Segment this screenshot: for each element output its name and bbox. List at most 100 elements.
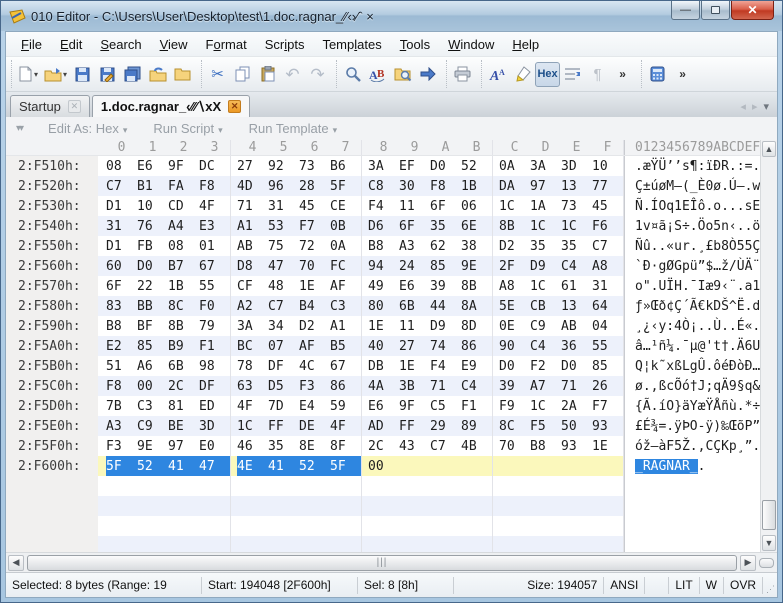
hex-byte[interactable]: 74 — [430, 336, 461, 356]
ascii-cell[interactable]: Ñû..«ur.¸£b8Ò55Ç — [624, 236, 760, 256]
hex-byte[interactable]: 48 — [268, 276, 299, 296]
hex-byte[interactable]: A7 — [530, 376, 561, 396]
hex-byte[interactable] — [168, 516, 199, 536]
hex-byte[interactable]: 2C — [368, 436, 399, 456]
hex-byte[interactable]: DF — [268, 356, 299, 376]
hex-byte[interactable]: 70 — [499, 436, 530, 456]
highlight-button[interactable] — [510, 62, 535, 87]
horizontal-scroll-thumb[interactable]: ||| — [27, 555, 737, 571]
hex-byte[interactable]: 5F — [330, 456, 361, 476]
ascii-cell[interactable]: Q¦k˜xßLgÛ.ôéÐòÐ… — [624, 356, 760, 376]
hex-byte[interactable] — [399, 456, 430, 476]
hex-byte[interactable] — [399, 536, 430, 552]
hex-byte[interactable]: A1 — [330, 316, 361, 336]
hex-byte[interactable]: 9F — [168, 156, 199, 176]
hex-byte[interactable]: 4A — [368, 376, 399, 396]
hex-byte[interactable]: D9 — [530, 256, 561, 276]
hex-byte[interactable] — [299, 496, 330, 516]
hex-byte[interactable]: 8D — [461, 316, 492, 336]
ascii-cell[interactable] — [624, 496, 760, 516]
hex-byte[interactable]: 64 — [592, 296, 623, 316]
hex-byte[interactable]: 34 — [268, 316, 299, 336]
horizontal-scrollbar[interactable]: ◀ ||| ▶ — [6, 552, 777, 572]
hex-byte[interactable]: 83 — [106, 296, 137, 316]
hex-byte[interactable]: 73 — [561, 196, 592, 216]
hex-byte[interactable] — [561, 536, 592, 552]
hex-byte[interactable]: 35 — [430, 216, 461, 236]
hex-byte[interactable]: 79 — [199, 316, 230, 336]
hex-byte[interactable]: 9E — [461, 256, 492, 276]
hex-byte[interactable]: 3A — [237, 316, 268, 336]
replace-button[interactable]: AB — [365, 62, 390, 87]
hex-byte[interactable] — [399, 516, 430, 536]
hex-byte[interactable] — [499, 476, 530, 496]
hex-byte[interactable] — [368, 536, 399, 552]
editbar-overflow-icon[interactable]: ▾▾ — [16, 123, 22, 134]
hex-byte[interactable]: 3B — [399, 376, 430, 396]
hex-byte[interactable] — [330, 476, 361, 496]
hex-byte[interactable]: E9 — [461, 356, 492, 376]
hex-byte[interactable]: F2 — [530, 356, 561, 376]
tab-scroll-left-icon[interactable]: ◂ — [740, 100, 746, 113]
hex-row[interactable]: 2:F550h:D1FB0801AB75720AB8A36238D23535C7… — [6, 236, 760, 256]
hex-byte[interactable] — [199, 536, 230, 552]
hex-row-empty[interactable] — [6, 536, 760, 552]
hex-row[interactable]: 2:F5B0h:51A66B9878DF4C67DB1EF4E9D0F2D085… — [6, 356, 760, 376]
hex-byte[interactable]: E6 — [368, 396, 399, 416]
menu-edit[interactable]: Edit — [51, 34, 91, 55]
toolbar-overflow-2[interactable]: » — [670, 62, 695, 87]
ascii-cell[interactable] — [624, 476, 760, 496]
hex-byte[interactable]: 31 — [268, 196, 299, 216]
hex-byte[interactable]: A8 — [499, 276, 530, 296]
hex-byte[interactable]: AB — [237, 236, 268, 256]
hex-byte[interactable]: C8 — [368, 176, 399, 196]
hex-byte[interactable]: A6 — [137, 356, 168, 376]
hex-byte[interactable]: 01 — [199, 236, 230, 256]
menu-help[interactable]: Help — [503, 34, 548, 55]
hex-byte[interactable]: A4 — [168, 216, 199, 236]
hex-byte[interactable] — [530, 516, 561, 536]
hex-byte[interactable] — [106, 516, 137, 536]
menu-format[interactable]: Format — [197, 34, 256, 55]
scroll-right-icon[interactable]: ▶ — [740, 555, 756, 571]
hex-byte[interactable]: B8 — [106, 316, 137, 336]
status-endian[interactable]: LIT — [669, 577, 699, 594]
menu-search[interactable]: Search — [91, 34, 150, 55]
hex-byte[interactable] — [237, 476, 268, 496]
hex-byte[interactable] — [461, 496, 492, 516]
tab-scroll-right-icon[interactable]: ▸ — [752, 100, 758, 113]
hex-row[interactable]: 2:F600h:5F5241474E41525F00_RAGNAR_. — [6, 456, 760, 476]
hex-byte[interactable]: E4 — [299, 396, 330, 416]
status-encoding[interactable]: ANSI — [604, 577, 645, 594]
hex-byte[interactable] — [168, 496, 199, 516]
hex-byte[interactable]: 1E — [592, 436, 623, 456]
hex-byte[interactable]: 38 — [461, 236, 492, 256]
hex-byte[interactable] — [561, 456, 592, 476]
hex-byte[interactable]: 1A — [530, 196, 561, 216]
hex-byte[interactable] — [330, 536, 361, 552]
hex-row[interactable]: 2:F5F0h:F39E97E046358E8F2C43C74B70B8931E… — [6, 436, 760, 456]
hex-byte[interactable]: 2F — [499, 256, 530, 276]
hex-byte[interactable]: AB — [561, 316, 592, 336]
vertical-scroll-track[interactable]: ▼ — [761, 158, 777, 552]
hex-row[interactable]: 2:F570h:6F221B55CF481EAF49E6398BA81C6131… — [6, 276, 760, 296]
hex-byte[interactable]: 0A — [499, 156, 530, 176]
scroll-left-icon[interactable]: ◀ — [8, 555, 24, 571]
print-button[interactable] — [450, 62, 475, 87]
hex-byte[interactable]: B7 — [168, 256, 199, 276]
hex-byte[interactable]: F5 — [530, 416, 561, 436]
hex-byte[interactable]: 9F — [399, 396, 430, 416]
find-in-files-button[interactable] — [390, 62, 415, 87]
save-all-button[interactable] — [120, 62, 145, 87]
hex-byte[interactable] — [430, 496, 461, 516]
hex-byte[interactable]: 8C — [499, 416, 530, 436]
hex-byte[interactable] — [530, 496, 561, 516]
hex-byte[interactable]: D6 — [368, 216, 399, 236]
hex-byte[interactable]: 4B — [461, 436, 492, 456]
hex-byte[interactable] — [368, 496, 399, 516]
hex-byte[interactable]: DF — [199, 376, 230, 396]
hex-byte[interactable]: C7 — [268, 296, 299, 316]
hex-byte[interactable]: 55 — [592, 336, 623, 356]
hex-byte[interactable]: 43 — [399, 436, 430, 456]
hex-byte[interactable]: FB — [137, 236, 168, 256]
